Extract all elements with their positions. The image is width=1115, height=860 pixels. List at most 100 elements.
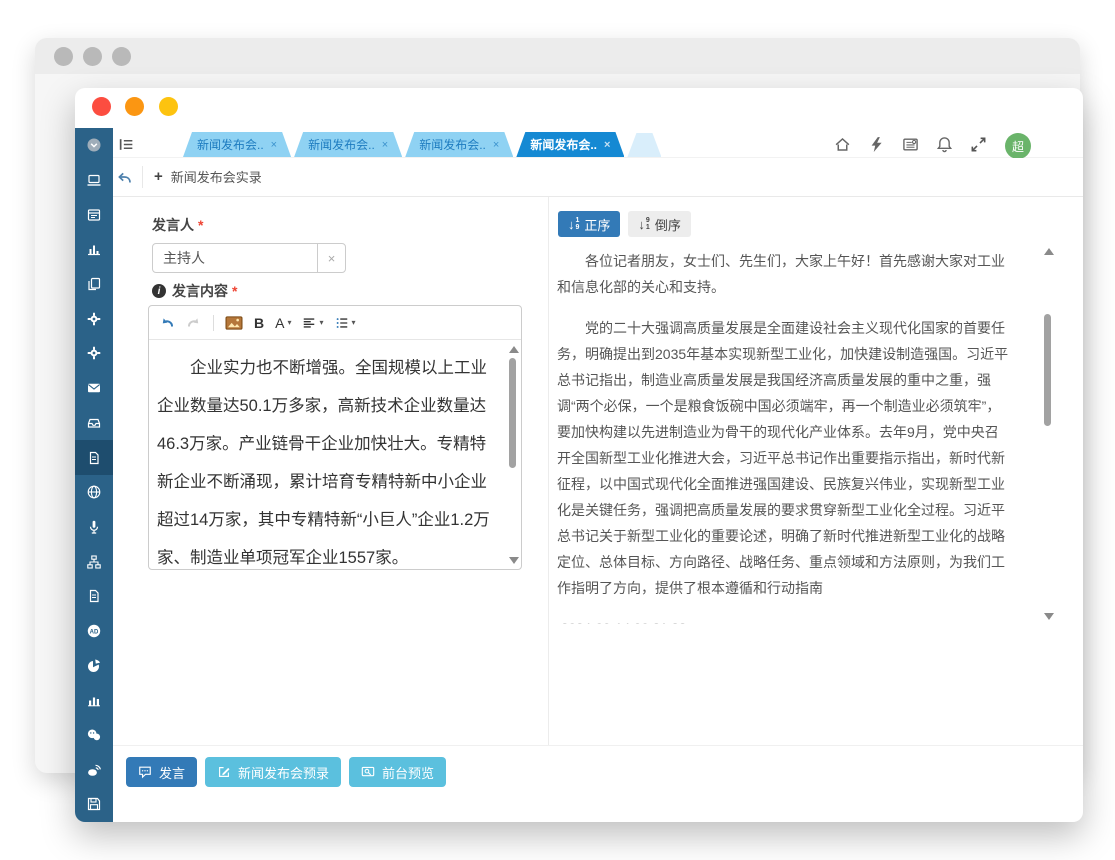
required-mark: * — [232, 283, 237, 299]
align-button[interactable]: ▾ — [302, 316, 323, 330]
sort-asc-label: 正序 — [584, 215, 610, 234]
bolt-icon[interactable] — [868, 136, 885, 153]
window-dot-icon — [83, 47, 102, 66]
tab-close-icon[interactable]: × — [493, 139, 499, 151]
sidebar-item-articles[interactable] — [75, 579, 113, 614]
undo-icon[interactable] — [159, 315, 175, 331]
sidebar-item-inbox[interactable] — [75, 406, 113, 441]
sidebar-item-dashboard[interactable] — [75, 163, 113, 198]
page-title: 新闻发布会实录 — [171, 167, 262, 186]
font-color-button[interactable]: A▾ — [275, 315, 291, 331]
frontend-preview-button[interactable]: 前台预览 — [349, 757, 446, 787]
image-icon[interactable] — [225, 316, 243, 330]
sidebar-item-ads[interactable]: AD — [75, 614, 113, 649]
sidebar-item-pie-report[interactable] — [75, 648, 113, 683]
news-audit-icon[interactable] — [902, 136, 919, 153]
press-prerecord-button[interactable]: 新闻发布会预录 — [205, 757, 341, 787]
footer-divider — [113, 745, 1083, 746]
bold-button[interactable]: B — [254, 315, 264, 331]
sitemap-icon — [86, 554, 102, 570]
sort-controls: ↓19 正序 ↓91 倒序 — [558, 211, 691, 237]
sidebar-item-statistics[interactable] — [75, 232, 113, 267]
sidebar-item-weibo[interactable] — [75, 752, 113, 787]
content-label-row: i 发言内容 * — [152, 281, 237, 301]
scroll-down-icon[interactable] — [1044, 613, 1054, 620]
sidebar-item-website[interactable] — [75, 475, 113, 510]
sidebar-item-interview[interactable] — [75, 510, 113, 545]
tab-close-icon[interactable]: × — [382, 139, 388, 151]
edit-icon — [217, 765, 231, 779]
chevron-down-icon: ▾ — [319, 318, 323, 327]
tab-press-conference-3[interactable]: 新闻发布会.. × — [405, 132, 513, 157]
frontend-preview-label: 前台预览 — [382, 763, 434, 782]
sidebar-item-collapse[interactable] — [75, 128, 113, 163]
wechat-icon — [86, 727, 102, 743]
speaker-input[interactable]: 主持人 — [152, 243, 318, 273]
sidebar-item-structure[interactable] — [75, 544, 113, 579]
sidebar-item-mail[interactable] — [75, 371, 113, 406]
tab-label: 新闻发布会.. — [419, 136, 486, 153]
speak-button-label: 发言 — [159, 763, 185, 782]
ad-badge-icon: AD — [86, 623, 102, 639]
save-icon — [86, 796, 102, 812]
scroll-down-icon[interactable] — [509, 557, 519, 564]
tab-press-conference-1[interactable]: 新闻发布会..× — [183, 132, 291, 157]
info-icon: i — [152, 284, 166, 298]
ordered-list-icon — [335, 316, 349, 330]
speaker-clear-button[interactable]: × — [317, 243, 346, 273]
sidebar-item-settings[interactable] — [75, 301, 113, 336]
sort-ascending-button[interactable]: ↓19 正序 — [558, 211, 620, 237]
sidebar-item-press-record[interactable] — [75, 440, 113, 475]
plus-icon: + — [154, 169, 163, 184]
sidebar-item-news[interactable] — [75, 197, 113, 232]
scroll-up-icon[interactable] — [1044, 248, 1054, 255]
tab-close-icon[interactable]: × — [604, 139, 610, 151]
speaker-value: 主持人 — [163, 248, 205, 268]
scroll-up-icon[interactable] — [509, 346, 519, 353]
transcript-scrollbar[interactable] — [1042, 248, 1054, 620]
align-left-icon — [302, 316, 316, 330]
editor-scrollbar[interactable] — [507, 346, 519, 564]
collapse-menu-icon[interactable] — [118, 136, 135, 153]
redo-icon[interactable] — [186, 315, 202, 331]
document-icon — [86, 450, 102, 466]
bell-icon[interactable] — [936, 136, 953, 153]
sort-descending-button[interactable]: ↓91 倒序 — [628, 211, 690, 237]
preview-icon — [361, 765, 375, 779]
gear-icon — [86, 311, 102, 327]
tab-press-conference-4-active[interactable]: 新闻发布会.. × — [516, 132, 624, 157]
comment-icon — [138, 765, 152, 779]
sidebar-item-copy[interactable] — [75, 267, 113, 302]
required-mark: * — [198, 217, 203, 233]
sidebar-item-wechat[interactable] — [75, 718, 113, 753]
tab-label: 新闻发布会.. — [530, 136, 597, 153]
editor-content[interactable]: 企业实力也不断增强。全国规模以上工业企业数量达50.1万多家，高新技术企业数量达… — [149, 339, 521, 569]
scrollbar-thumb[interactable] — [1044, 314, 1051, 426]
avatar[interactable]: 超 — [1005, 133, 1031, 159]
transcript-panel[interactable]: 各位记者朋友，女士们、先生们，大家上午好！首先感谢大家对工业和信息化部的关心和支… — [557, 248, 1012, 624]
tab-press-conference-2[interactable]: 新闻发布会..× — [294, 132, 402, 157]
document-icon — [86, 588, 102, 604]
sort-desc-label: 倒序 — [655, 215, 681, 234]
sidebar-item-save[interactable] — [75, 787, 113, 822]
copy-icon — [86, 276, 102, 292]
home-icon[interactable] — [834, 136, 851, 153]
background-window-titlebar — [35, 38, 1080, 74]
minimize-window-button[interactable] — [125, 97, 144, 116]
tab-bar: 新闻发布会..× 新闻发布会..× 新闻发布会..× 新闻发布会..× — [183, 132, 661, 157]
zoom-window-button[interactable] — [159, 97, 178, 116]
content-editor: B A▾ ▾ ▾ 企业实力也不断增强。全国规模以上工业企业数量达50.1万多家，… — [148, 305, 522, 570]
close-window-button[interactable] — [92, 97, 111, 116]
sidebar-item-config[interactable] — [75, 336, 113, 371]
scrollbar-thumb[interactable] — [509, 358, 516, 468]
envelope-icon — [86, 380, 102, 396]
tab-close-icon[interactable]: × — [271, 139, 277, 151]
speak-button[interactable]: 发言 — [126, 757, 197, 787]
font-glyph: A — [275, 315, 284, 331]
sidebar-nav: AD — [75, 128, 113, 822]
list-button[interactable]: ▾ — [335, 316, 356, 330]
fullscreen-icon[interactable] — [970, 136, 987, 153]
back-arrow-icon[interactable] — [116, 168, 134, 186]
speaker-label: 发言人* — [152, 215, 203, 235]
sidebar-item-column-report[interactable] — [75, 683, 113, 718]
